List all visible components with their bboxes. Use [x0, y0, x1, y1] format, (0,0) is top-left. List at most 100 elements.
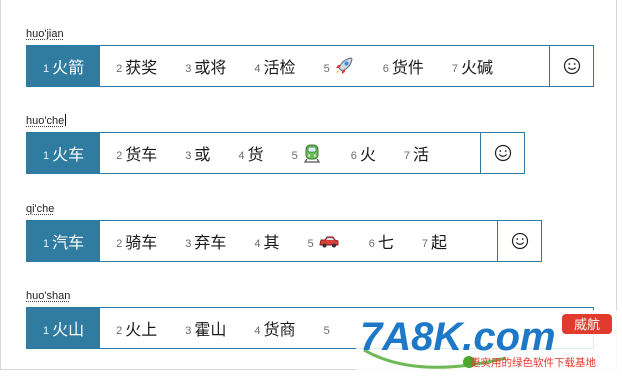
- candidate-text: 火: [360, 141, 376, 165]
- candidate-number: 3: [185, 325, 191, 337]
- candidate-5[interactable]: 5: [308, 46, 367, 86]
- candidate-2[interactable]: 2 获奖: [100, 46, 169, 86]
- candidate-number: 6: [351, 150, 357, 162]
- candidate-text: 霍山: [194, 316, 226, 340]
- candidate-number: 4: [254, 325, 260, 337]
- watermark-badge-text: 威航: [574, 317, 600, 333]
- candidate-text: 火车: [52, 141, 84, 165]
- candidate-1[interactable]: 1 火箭: [27, 46, 100, 86]
- ime-row-huojian: huo'jian 1 火箭 2 获奖 3 或将 4 活检 5 6 货件 7 火碱: [26, 27, 594, 87]
- watermark-logo: 7A8K.com 威航 更实用的绿色软件下载基地: [356, 310, 622, 375]
- candidate-4[interactable]: 4其: [238, 221, 291, 261]
- watermark-tagline: 更实用的绿色软件下载基地: [470, 356, 596, 369]
- smiley-icon: [563, 57, 581, 75]
- pinyin-composition: huo'shan: [26, 289, 594, 303]
- candidate-7[interactable]: 7起: [406, 221, 459, 261]
- candidate-number: 7: [452, 63, 458, 75]
- candidate-text: 起: [431, 229, 447, 253]
- candidate-number: 5: [324, 63, 330, 75]
- candidate-number: 2: [116, 150, 122, 162]
- candidate-number: 1: [43, 238, 49, 250]
- candidate-number: 4: [254, 238, 260, 250]
- candidate-number: 1: [43, 150, 49, 162]
- smiley-icon: [494, 144, 512, 162]
- candidate-number: 5: [324, 325, 330, 337]
- smiley-icon: [511, 232, 529, 250]
- candidate-text: 货件: [392, 54, 424, 78]
- pinyin-composition: qi'che: [26, 202, 542, 216]
- candidate-number: 2: [116, 238, 122, 250]
- candidate-number: 4: [254, 63, 260, 75]
- candidate-number: 5: [308, 238, 314, 250]
- train-emoji-icon: [301, 142, 323, 164]
- candidate-number: 3: [185, 238, 191, 250]
- candidate-2[interactable]: 2 火上: [100, 308, 169, 348]
- candidate-3[interactable]: 3或: [169, 133, 222, 173]
- candidate-bar: 1 火车 2 货车 3或 4货 5 6火 7活: [26, 132, 525, 174]
- pinyin-composition: huo'che: [26, 114, 525, 128]
- candidate-text: 火碱: [461, 54, 493, 78]
- candidate-text: 七: [378, 229, 394, 253]
- candidate-5[interactable]: 5: [276, 133, 335, 173]
- car-emoji-icon: [317, 230, 341, 252]
- candidate-number: 6: [383, 63, 389, 75]
- candidate-text: 其: [264, 229, 280, 253]
- candidate-7[interactable]: 7活: [388, 133, 441, 173]
- candidate-text: 骑车: [125, 229, 157, 253]
- watermark-brand: 7A8K.com: [360, 315, 556, 359]
- candidate-text: 获奖: [125, 54, 157, 78]
- candidate-number: 3: [185, 150, 191, 162]
- candidate-number: 7: [422, 238, 428, 250]
- candidate-7[interactable]: 7 火碱: [436, 46, 505, 86]
- pinyin-composition: huo'jian: [26, 27, 594, 41]
- candidate-2[interactable]: 2 骑车: [100, 221, 169, 261]
- candidate-text: 货: [248, 141, 264, 165]
- candidate-text: 弃车: [194, 229, 226, 253]
- candidate-bar: 1 火箭 2 获奖 3 或将 4 活检 5 6 货件 7 火碱: [26, 45, 594, 87]
- candidate-text: 活: [413, 141, 429, 165]
- candidate-1[interactable]: 1 汽车: [27, 221, 100, 261]
- ime-row-qiche: qi'che 1 汽车 2 骑车 3 弃车 4其 5 6七 7起: [26, 202, 542, 262]
- candidate-number: 5: [292, 150, 298, 162]
- candidate-1[interactable]: 1 火山: [27, 308, 100, 348]
- emoji-button[interactable]: [480, 133, 524, 173]
- candidate-text: 或: [194, 141, 210, 165]
- candidate-text: 汽车: [52, 229, 84, 253]
- watermark-logo-graphic: 7A8K.com 威航 更实用的绿色软件下载基地: [356, 310, 622, 375]
- candidate-number: 1: [43, 325, 49, 337]
- rocket-emoji-icon: [333, 55, 355, 77]
- candidate-text: 火箭: [52, 54, 84, 78]
- candidate-bar: 1 汽车 2 骑车 3 弃车 4其 5 6七 7起: [26, 220, 542, 262]
- candidate-text: 火山: [52, 316, 84, 340]
- candidate-4[interactable]: 4 货商: [238, 308, 307, 348]
- candidate-5[interactable]: 5: [292, 221, 353, 261]
- candidate-5[interactable]: 5: [308, 308, 345, 348]
- candidate-6[interactable]: 6 货件: [367, 46, 436, 86]
- candidate-number: 2: [116, 325, 122, 337]
- candidate-4[interactable]: 4 活检: [238, 46, 307, 86]
- candidate-3[interactable]: 3 弃车: [169, 221, 238, 261]
- text-caret: [65, 114, 66, 126]
- candidate-number: 7: [404, 150, 410, 162]
- candidate-number: 1: [43, 63, 49, 75]
- emoji-button[interactable]: [549, 46, 593, 86]
- emoji-button[interactable]: [497, 221, 541, 261]
- ime-row-huoche: huo'che 1 火车 2 货车 3或 4货 5 6火 7活: [26, 114, 525, 174]
- candidate-number: 4: [238, 150, 244, 162]
- candidate-4[interactable]: 4货: [222, 133, 275, 173]
- candidate-text: 或将: [194, 54, 226, 78]
- candidate-number: 2: [116, 63, 122, 75]
- candidate-number: 3: [185, 63, 191, 75]
- candidate-6[interactable]: 6七: [353, 221, 406, 261]
- candidate-text: 货商: [264, 316, 296, 340]
- candidate-2[interactable]: 2 货车: [100, 133, 169, 173]
- candidate-text: 火上: [125, 316, 157, 340]
- candidate-1[interactable]: 1 火车: [27, 133, 100, 173]
- candidate-3[interactable]: 3 或将: [169, 46, 238, 86]
- pinyin-text: huo'che: [26, 115, 64, 127]
- candidate-text: 货车: [125, 141, 157, 165]
- candidate-number: 6: [369, 238, 375, 250]
- candidate-6[interactable]: 6火: [335, 133, 388, 173]
- candidate-text: 活检: [264, 54, 296, 78]
- candidate-3[interactable]: 3 霍山: [169, 308, 238, 348]
